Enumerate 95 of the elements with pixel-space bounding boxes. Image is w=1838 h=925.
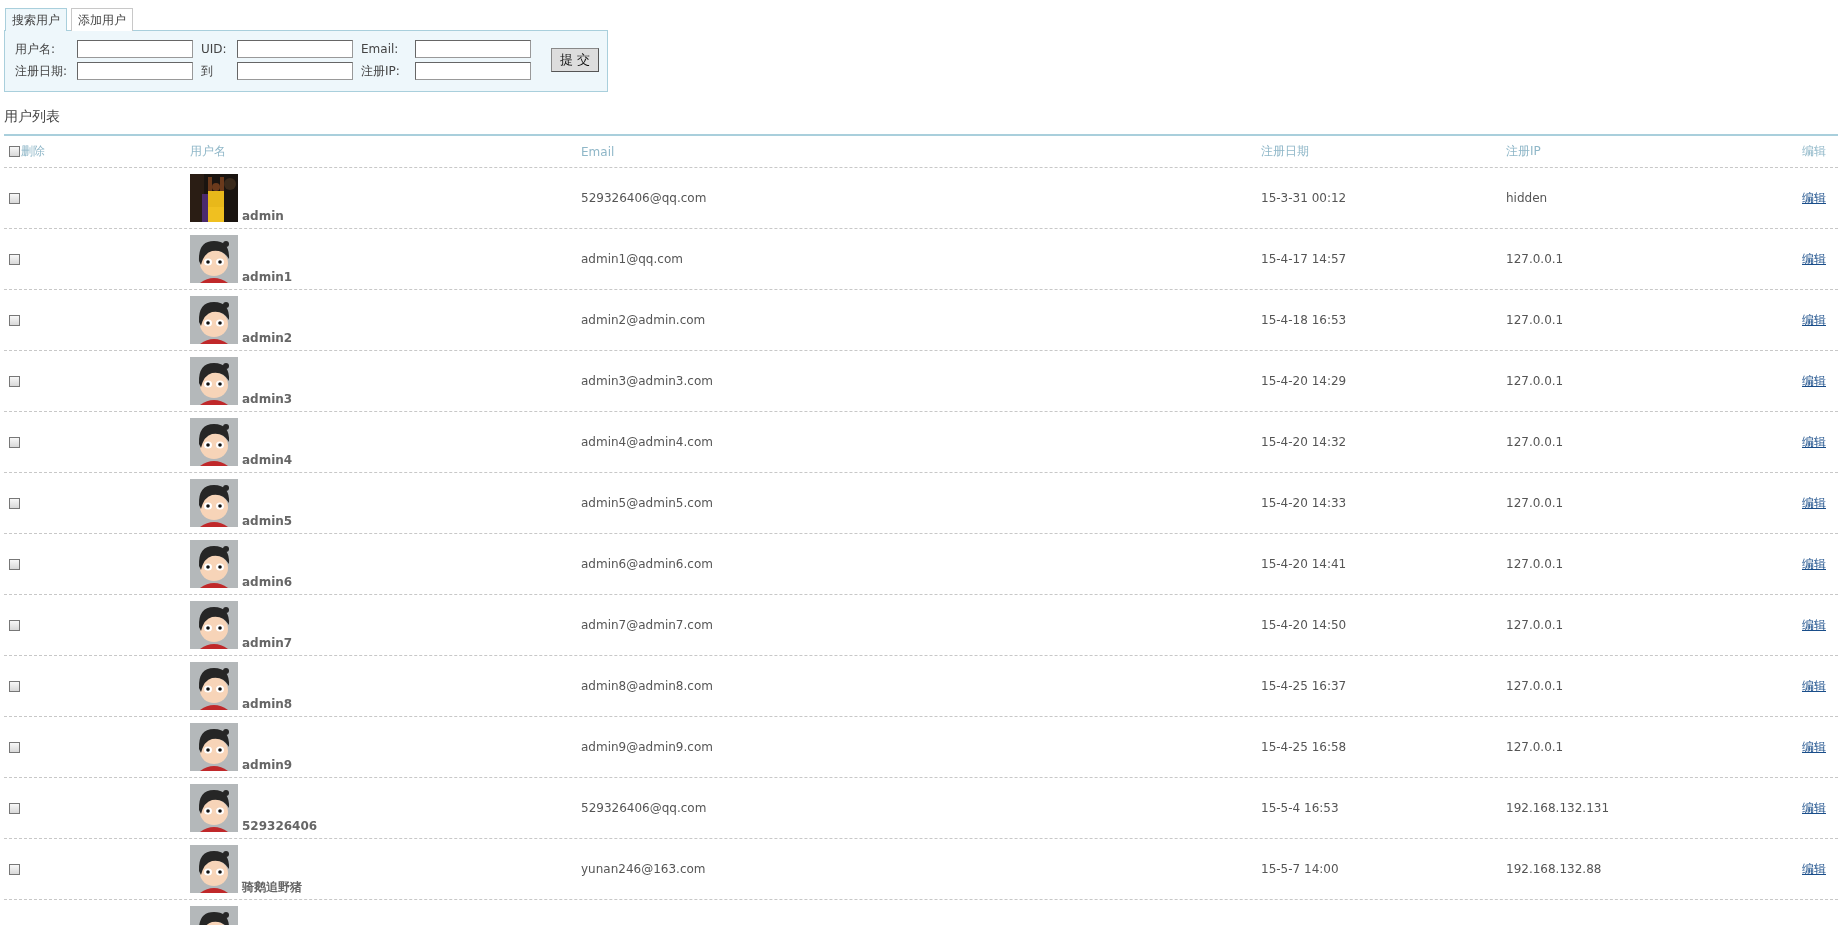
input-field[interactable] [237,40,353,58]
date-cell: 15-4-25 16:37 [1261,679,1347,693]
email-cell: yunan246@163.com [581,862,706,876]
email-cell: admin5@admin5.com [581,496,713,510]
date-cell: 15-4-18 16:53 [1261,313,1347,327]
edit-link[interactable]: 编辑 [1802,311,1826,329]
field-label: 注册日期: [15,62,69,80]
checkbox[interactable] [9,680,20,692]
ip-cell: hidden [1506,191,1548,205]
field-label: 用户名: [15,40,57,58]
checkbox[interactable] [9,146,20,157]
input-field[interactable] [237,62,353,80]
email-cell: admin1@qq.com [581,252,683,266]
username: admin2 [242,332,293,344]
edit-link[interactable]: 编辑 [1802,250,1826,268]
username: admin [242,210,284,222]
checkbox[interactable] [9,741,20,753]
username: admin5 [242,515,293,527]
column-header: 注册IP [1506,143,1541,160]
edit-link[interactable]: 编辑 [1802,616,1826,634]
checkbox[interactable] [9,863,20,875]
ip-cell: 127.0.0.1 [1506,740,1564,754]
checkbox[interactable] [9,375,20,387]
tab[interactable]: 搜索用户 [5,8,67,31]
edit-link[interactable]: 编辑 [1802,372,1826,390]
edit-link[interactable]: 编辑 [1802,860,1826,878]
checkbox[interactable] [9,436,20,448]
date-cell: 15-4-20 14:32 [1261,435,1347,449]
field-label: 注册IP: [361,62,401,80]
username: 529326406 [242,820,318,832]
date-cell: 15-5-7 14:00 [1261,862,1339,876]
field-label: Email: [361,42,400,56]
username: admin3 [242,393,293,405]
email-cell: admin3@admin3.com [581,374,713,388]
checkbox[interactable] [9,558,20,570]
field-label: UID: [201,42,228,56]
input-field[interactable] [415,62,531,80]
ip-cell: 127.0.0.1 [1506,557,1564,571]
checkbox[interactable] [9,314,20,326]
input-field[interactable] [77,40,193,58]
edit-link[interactable]: 编辑 [1802,433,1826,451]
username: admin4 [242,454,293,466]
edit-link[interactable]: 编辑 [1802,494,1826,512]
edit-link[interactable]: 编辑 [1802,677,1826,695]
column-header: 编辑 [1802,143,1826,160]
ip-cell: 127.0.0.1 [1506,252,1564,266]
edit-link[interactable]: 编辑 [1802,189,1826,207]
edit-link[interactable]: 编辑 [1802,738,1826,756]
ip-cell: 127.0.0.1 [1506,313,1564,327]
checkbox[interactable] [9,497,20,509]
ip-cell: 127.0.0.1 [1506,374,1564,388]
date-cell: 15-4-20 14:41 [1261,557,1347,571]
edit-link[interactable]: 编辑 [1802,799,1826,817]
email-cell: admin7@admin7.com [581,618,713,632]
date-cell: 15-4-20 14:29 [1261,374,1347,388]
ip-cell: 192.168.132.88 [1506,862,1602,876]
username: admin9 [242,759,293,771]
checkbox[interactable] [9,619,20,631]
email-cell: 529326406@qq.com [581,191,707,205]
section-title: 用户列表 [4,108,61,126]
ip-cell: 127.0.0.1 [1506,496,1564,510]
column-header: 注册日期 [1261,143,1309,160]
username: admin8 [242,698,293,710]
checkbox[interactable] [9,802,20,814]
edit-link[interactable]: 编辑 [1802,555,1826,573]
email-cell: admin8@admin8.com [581,679,713,693]
input-field[interactable] [77,62,193,80]
date-cell: 15-4-20 14:50 [1261,618,1347,632]
username: 骑鹅追野猪 [242,881,302,893]
username: admin7 [242,637,293,649]
column-header: Email [581,144,615,159]
ip-cell: 192.168.132.131 [1506,801,1610,815]
date-cell: 15-4-25 16:58 [1261,740,1347,754]
email-cell: 529326406@qq.com [581,801,707,815]
input-field[interactable] [415,40,531,58]
field-label: 到 [201,62,214,80]
email-cell: admin6@admin6.com [581,557,713,571]
column-header: 删除 [21,143,45,160]
username: admin1 [242,271,293,283]
checkbox[interactable] [9,253,20,265]
date-cell: 15-4-20 14:33 [1261,496,1347,510]
date-cell: 15-5-4 16:53 [1261,801,1339,815]
email-cell: admin9@admin9.com [581,740,713,754]
column-header: 用户名 [190,143,226,160]
email-cell: admin4@admin4.com [581,435,713,449]
ip-cell: 127.0.0.1 [1506,618,1564,632]
username: admin6 [242,576,293,588]
date-cell: 15-3-31 00:12 [1261,191,1347,205]
ip-cell: 127.0.0.1 [1506,435,1564,449]
ip-cell: 127.0.0.1 [1506,679,1564,693]
date-cell: 15-4-17 14:57 [1261,252,1347,266]
checkbox[interactable] [9,192,20,204]
submit-button[interactable]: 提 交 [551,48,600,72]
tab[interactable]: 添加用户 [71,8,133,31]
email-cell: admin2@admin.com [581,313,706,327]
